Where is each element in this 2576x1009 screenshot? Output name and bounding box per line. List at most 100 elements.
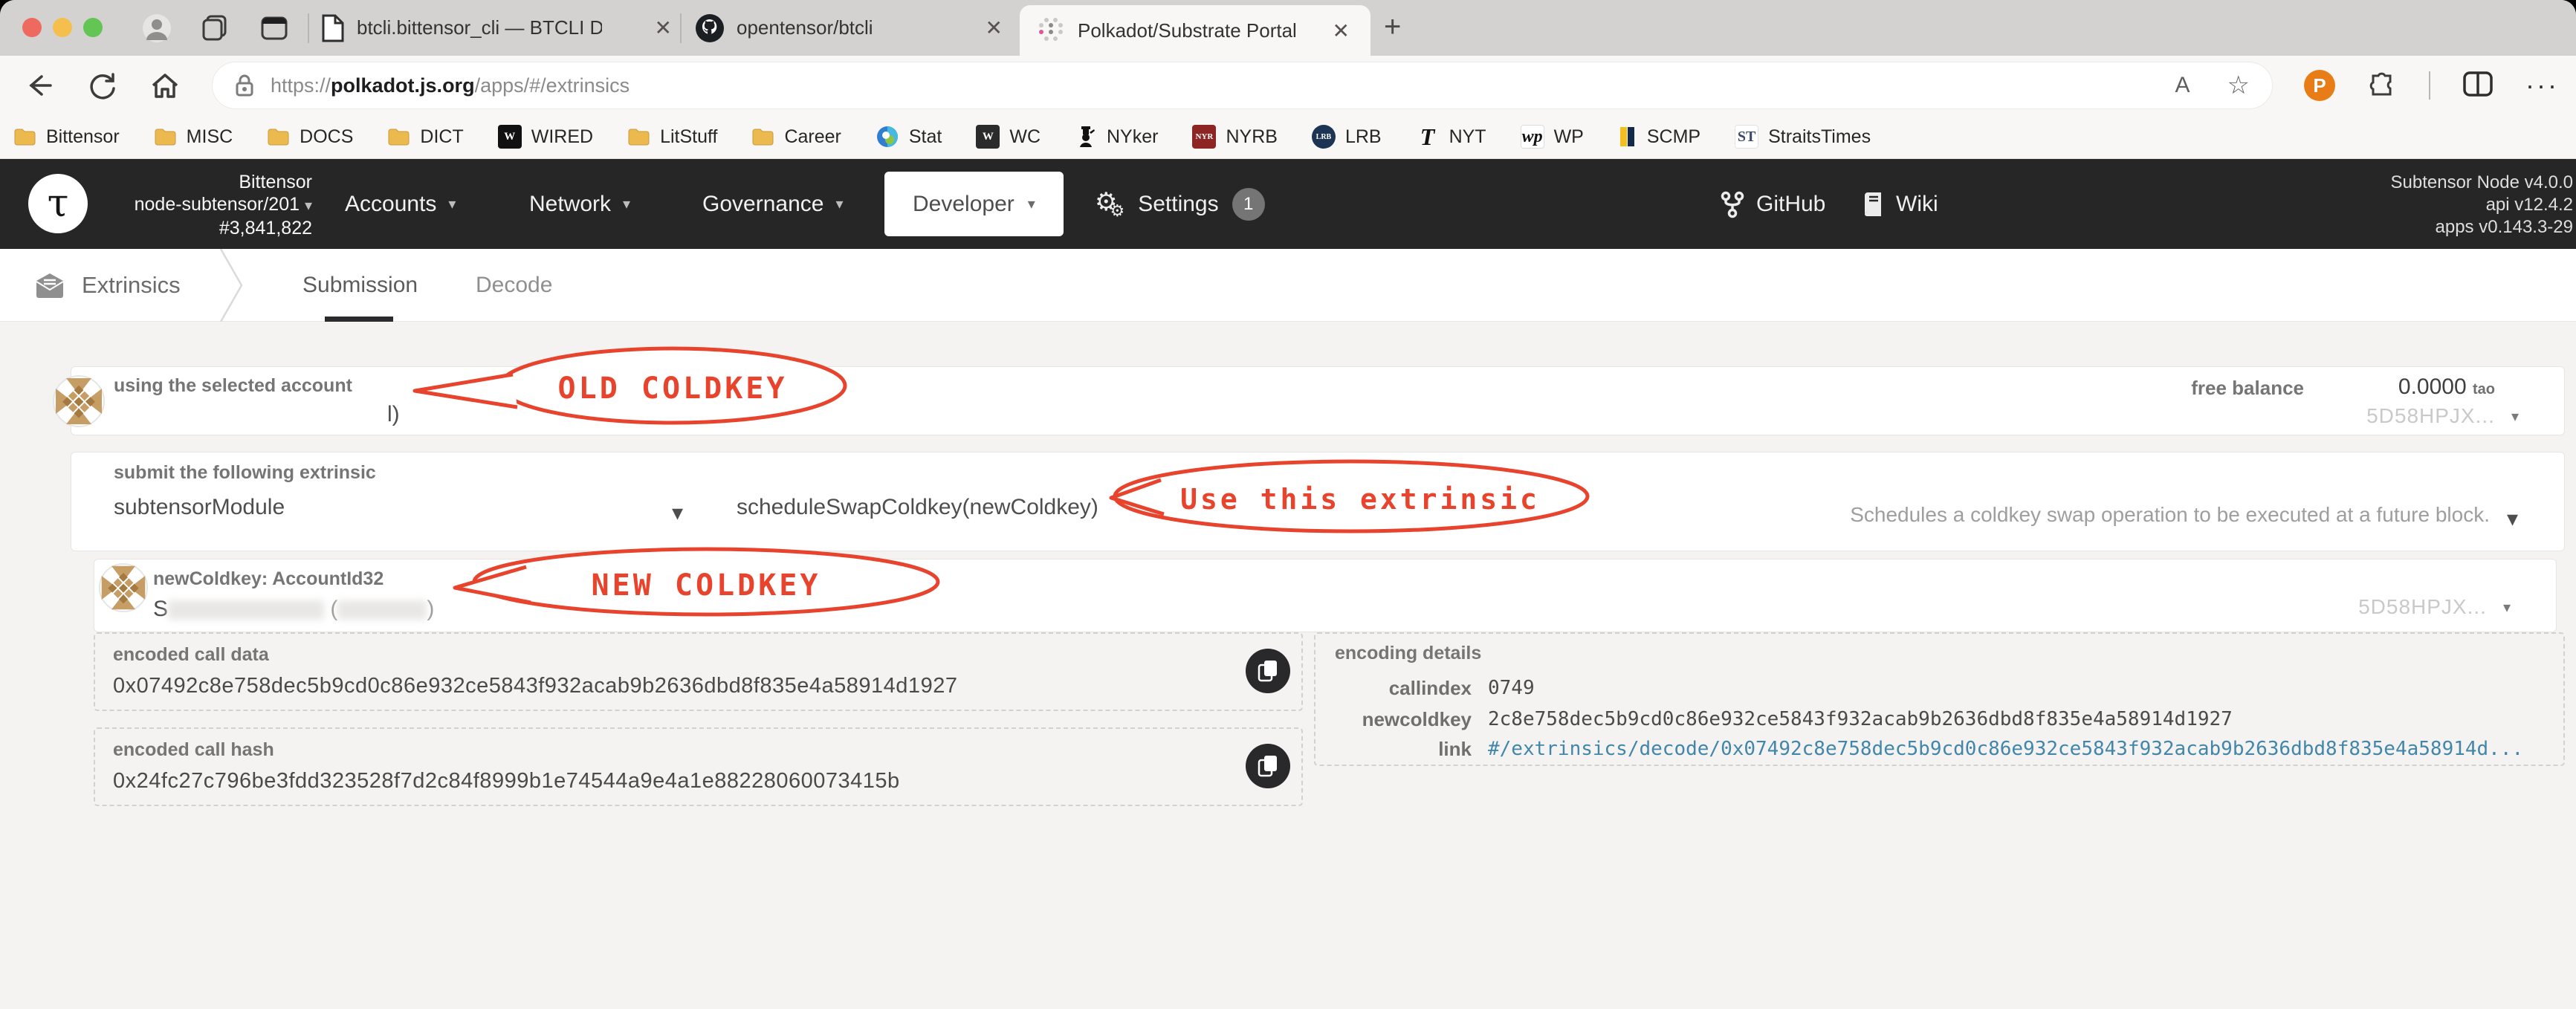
bookmark-scmp[interactable]: SCMP <box>1618 126 1700 148</box>
bookmark-lrb[interactable]: LRB LRB <box>1311 125 1382 149</box>
detail-key: link <box>1438 738 1472 760</box>
menu-network[interactable]: Network ▾ <box>529 159 630 249</box>
extrinsic-row-card: submit the following extrinsic subtensor… <box>71 452 2565 551</box>
breadcrumb-chevron <box>219 249 243 322</box>
bookmark-stat[interactable]: Stat <box>876 125 942 149</box>
encoded-call-data-box: encoded call data 0x07492c8e758dec5b9cd0… <box>94 632 1303 711</box>
tab-btcli-docs[interactable]: btcli.bittensor_cli — BTCLI Docs ✕ <box>321 0 676 56</box>
close-tab-icon[interactable]: ✕ <box>1328 19 1354 43</box>
copy-icon <box>1258 756 1277 777</box>
selected-account-value[interactable]: l) <box>387 402 400 427</box>
wiki-link[interactable]: Wiki <box>1862 159 1938 249</box>
menu-governance[interactable]: Governance ▾ <box>702 159 843 249</box>
nyrb-icon: NYR <box>1192 125 1217 149</box>
reader-mode-icon[interactable]: A <box>2175 73 2190 98</box>
sidebar-toggle-icon[interactable] <box>259 13 290 44</box>
profile-avatar-icon[interactable] <box>141 13 172 44</box>
bookmark-wired[interactable]: W WIRED <box>497 125 593 149</box>
tab-overview-icon[interactable] <box>199 13 230 44</box>
account-address-dropdown[interactable]: 5D58HPJX... ▾ <box>2366 404 2520 428</box>
chevron-down-icon: ▾ <box>2511 408 2520 425</box>
chevron-down-icon[interactable]: ▾ <box>672 500 683 526</box>
tab-opentensor-btcli[interactable]: opentensor/btcli ✕ <box>695 0 1007 56</box>
settings-badge: 1 <box>1232 187 1265 221</box>
tab-divider <box>680 13 682 43</box>
chain-info[interactable]: Bittensor node-subtensor/201 ▾ #3,841,82… <box>89 171 312 239</box>
node-name: node-subtensor/201 <box>134 194 300 215</box>
copy-call-hash-button[interactable] <box>1246 744 1290 788</box>
chevron-down-icon[interactable]: ▾ <box>2507 506 2518 532</box>
chevron-down-icon: ▾ <box>835 196 844 212</box>
browser-window: btcli.bittensor_cli — BTCLI Docs ✕ opent… <box>0 0 2576 1009</box>
page-title: Extrinsics <box>82 272 181 298</box>
menu-settings[interactable]: ⚙⚙ Settings 1 <box>1095 159 1265 249</box>
active-tab-underline <box>325 317 393 322</box>
zoom-window-button[interactable] <box>83 18 103 37</box>
chevron-down-icon: ▾ <box>304 198 312 214</box>
decode-link[interactable]: #/extrinsics/decode/0x07492c8e758dec5b9c… <box>1488 738 2523 761</box>
more-menu-icon[interactable]: ··· <box>2525 70 2559 101</box>
detail-value: 2c8e758dec5b9cd0c86e932ce5843f932acab9b2… <box>1488 708 2233 730</box>
bookmark-nyker[interactable]: NYker <box>1075 125 1158 149</box>
bookmark-nyrb[interactable]: NYR NYRB <box>1192 125 1278 149</box>
bittensor-logo[interactable]: τ <box>28 174 88 233</box>
toolbar-divider <box>2429 71 2430 100</box>
section-title: Extrinsics <box>34 249 181 322</box>
bookmark-misc[interactable]: MISC <box>154 126 233 148</box>
bookmark-straitstimes[interactable]: ST StraitsTimes <box>1735 125 1871 149</box>
bookmark-wc[interactable]: W WC <box>976 125 1041 149</box>
copy-call-data-button[interactable] <box>1246 649 1290 693</box>
reload-icon[interactable] <box>86 69 119 102</box>
polkadot-extension-icon[interactable]: P <box>2304 70 2335 101</box>
bookmark-nyt[interactable]: T NYT <box>1416 123 1486 150</box>
back-icon[interactable] <box>22 69 55 102</box>
tab-decode[interactable]: Decode <box>476 249 552 322</box>
home-icon[interactable] <box>149 69 181 102</box>
folder-icon <box>628 129 650 145</box>
extrinsics-subnav: Extrinsics Submission Decode <box>0 249 2576 322</box>
detail-key: newcoldkey <box>1362 708 1472 730</box>
github-link[interactable]: GitHub <box>1721 159 1825 249</box>
url-path: /apps/#/extrinsics <box>474 74 630 97</box>
close-window-button[interactable] <box>22 18 42 37</box>
tab-polkadot-portal[interactable]: Polkadot/Substrate Portal ✕ <box>1020 5 1370 56</box>
bookmark-litstuff[interactable]: LitStuff <box>627 126 717 148</box>
scmp-icon <box>1619 127 1634 146</box>
encoded-call-hash-label: encoded call hash <box>113 739 274 760</box>
gears-icon: ⚙⚙ <box>1095 188 1125 220</box>
favorite-star-icon[interactable]: ☆ <box>2227 71 2250 100</box>
folder-icon <box>388 129 410 145</box>
param-value[interactable]: S () <box>153 597 434 622</box>
module-select[interactable]: subtensorModule <box>114 495 285 520</box>
bookmark-dict[interactable]: DICT <box>387 126 464 148</box>
new-tab-button[interactable]: + <box>1384 10 1401 44</box>
minimize-window-button[interactable] <box>53 18 72 37</box>
close-tab-icon[interactable]: ✕ <box>650 16 676 40</box>
method-select[interactable]: scheduleSwapColdkey(newColdkey) <box>737 495 1098 520</box>
url-text: https://polkadot.js.org/apps/#/extrinsic… <box>271 74 630 97</box>
param-address-dropdown[interactable]: 5D58HPJX... ▾ <box>2358 595 2511 619</box>
address-bar[interactable]: https://polkadot.js.org/apps/#/extrinsic… <box>212 62 2273 109</box>
app-header: τ Bittensor node-subtensor/201 ▾ #3,841,… <box>0 159 2576 249</box>
free-balance-value: 0.0000 tao <box>2398 374 2495 399</box>
bookmark-wp[interactable]: wp WP <box>1520 125 1584 149</box>
wp-icon: wp <box>1520 125 1544 149</box>
folder-icon <box>14 129 36 145</box>
chevron-down-icon: ▾ <box>1027 196 1035 212</box>
bookmark-career[interactable]: Career <box>751 126 841 148</box>
tab-submission[interactable]: Submission <box>302 249 418 322</box>
split-screen-icon[interactable] <box>2462 70 2494 102</box>
bookmark-bittensor[interactable]: Bittensor <box>13 126 120 148</box>
wc-icon: W <box>976 125 1000 149</box>
free-balance-label: free balance <box>2191 377 2304 399</box>
chevron-down-icon: ▾ <box>623 196 631 212</box>
polkadot-favicon-icon <box>1036 16 1066 45</box>
close-tab-icon[interactable]: ✕ <box>981 16 1007 40</box>
menu-developer[interactable]: Developer ▾ <box>884 172 1064 236</box>
param-row-card: newColdkey: AccountId32 S () 5D58HPJX...… <box>94 559 2557 632</box>
detail-key: callindex <box>1388 677 1472 699</box>
detail-row-link: link #/extrinsics/decode/0x07492c8e758de… <box>1315 738 2523 761</box>
bookmark-docs[interactable]: DOCS <box>267 126 353 148</box>
extensions-puzzle-icon[interactable] <box>2366 68 2398 103</box>
menu-accounts[interactable]: Accounts ▾ <box>345 159 456 249</box>
